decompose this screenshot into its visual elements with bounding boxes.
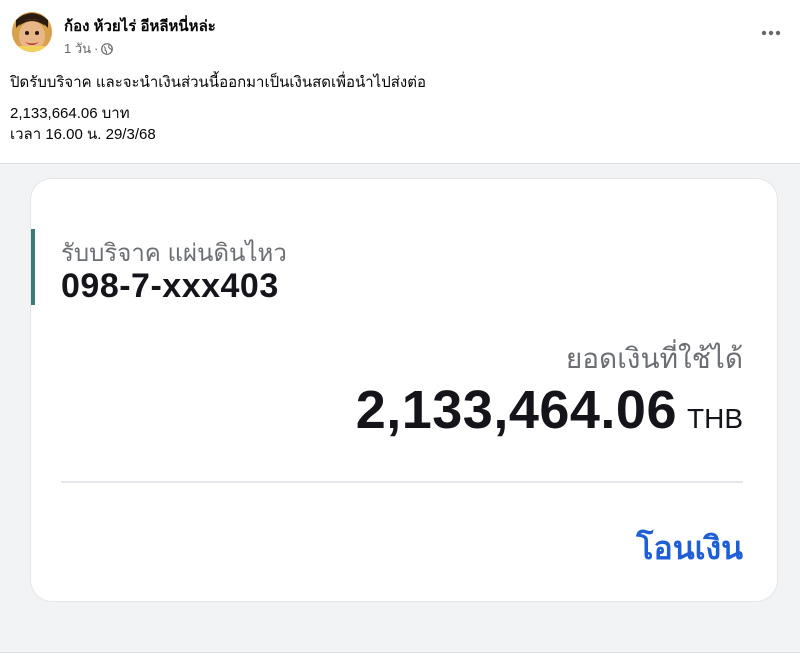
balance-currency: THB [687, 403, 743, 434]
balance-label: ยอดเงินที่ใช้ได้ [565, 343, 743, 374]
balance-row: 2,133,464.06 THB [356, 379, 743, 441]
transfer-button[interactable]: โอนเงิน [636, 523, 743, 574]
post-meta: 1 วัน · [64, 38, 114, 59]
post-text-time: เวลา 16.00 น. 29/3/68 [10, 126, 156, 143]
card-divider [61, 481, 743, 483]
account-accent-bar [31, 229, 35, 305]
meta-separator: · [94, 41, 99, 56]
post-text-amount: 2,133,664.06 บาท [10, 105, 130, 122]
balance-amount: 2,133,464.06 [355, 380, 677, 440]
globe-icon[interactable] [101, 42, 114, 55]
account-number: 098-7-xxx403 [61, 267, 279, 305]
more-options-button[interactable] [756, 18, 786, 48]
avatar-image [12, 12, 52, 52]
avatar[interactable] [12, 12, 52, 52]
bank-account-card: รับบริจาค แผ่นดินไหว 098-7-xxx403 ยอดเงิ… [30, 178, 778, 602]
post-image[interactable]: รับบริจาค แผ่นดินไหว 098-7-xxx403 ยอดเงิ… [0, 163, 800, 653]
post-text: ปิดรับบริจาค และจะนำเงินส่วนนี้ออกมาเป็น… [10, 72, 790, 145]
post-time[interactable]: 1 วัน [64, 38, 91, 59]
post-header: ก้อง ห้วยไร่ อีหลีหนี่หล่ะ 1 วัน · [0, 0, 800, 62]
more-horizontal-icon [761, 30, 781, 36]
author-name[interactable]: ก้อง ห้วยไร่ อีหลีหนี่หล่ะ [64, 14, 216, 38]
post-text-line: ปิดรับบริจาค และจะนำเงินส่วนนี้ออกมาเป็น… [10, 74, 426, 91]
